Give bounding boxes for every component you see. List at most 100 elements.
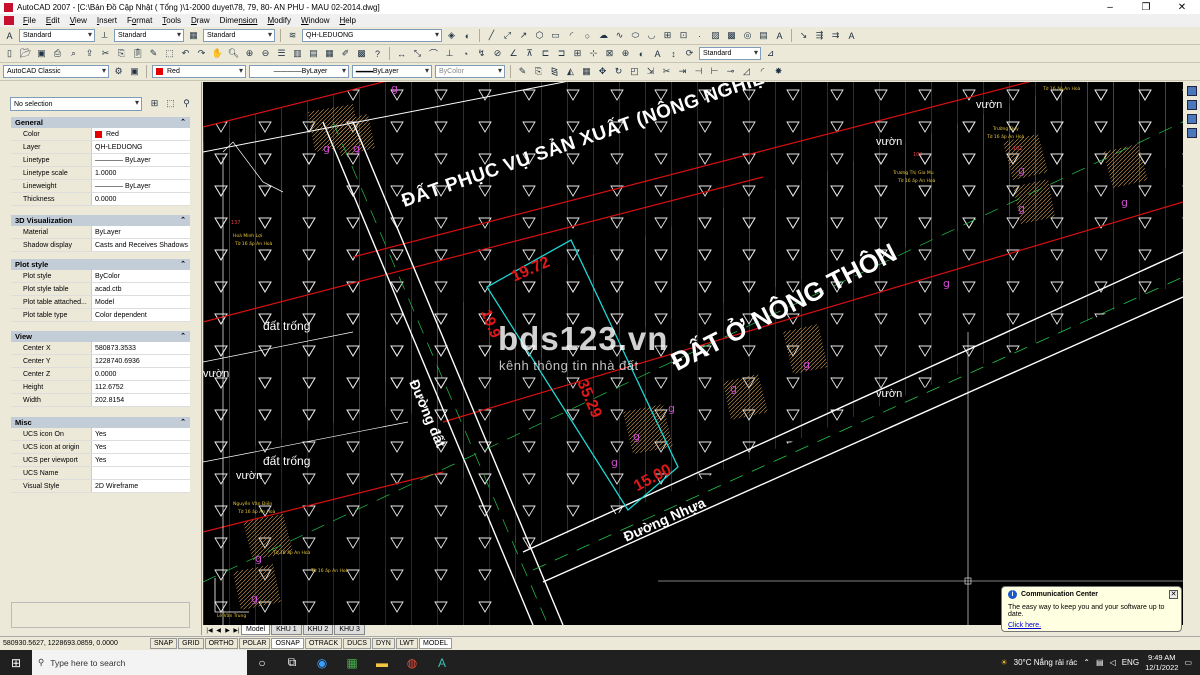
property-row[interactable]: Visual Style 2D Wireframe <box>11 480 190 493</box>
dim-style-combo[interactable]: Standard <box>114 29 184 42</box>
ellipse-arc-icon[interactable]: ◡ <box>645 29 658 42</box>
ducs-toggle[interactable]: DUCS <box>343 638 371 649</box>
menu-insert[interactable]: Insert <box>92 16 122 25</box>
grid-toggle[interactable]: GRID <box>178 638 204 649</box>
sheet-set-icon[interactable]: ▦ <box>323 47 336 60</box>
property-value[interactable]: Red <box>91 128 190 140</box>
dim-update-icon[interactable]: ⟳ <box>683 47 696 60</box>
showmotion-icon[interactable] <box>1187 128 1197 138</box>
spacing-icon[interactable]: ⊞ <box>571 47 584 60</box>
design-center-icon[interactable]: ▥ <box>291 47 304 60</box>
select-objects-icon[interactable]: ⬚ <box>164 97 177 110</box>
break-at-point-icon[interactable]: ⊣ <box>692 65 705 78</box>
property-value[interactable]: 0.0000 <box>91 368 190 380</box>
property-row[interactable]: UCS icon at origin Yes <box>11 441 190 454</box>
diameter-icon[interactable]: ⊘ <box>491 47 504 60</box>
polar-toggle[interactable]: POLAR <box>238 638 271 649</box>
property-value[interactable]: Casts and Receives Shadows <box>91 239 190 251</box>
menu-edit[interactable]: Edit <box>41 16 65 25</box>
osnap-toggle[interactable]: OSNAP <box>271 638 304 649</box>
hatch-icon[interactable]: ▨ <box>709 29 722 42</box>
save-icon[interactable]: ▣ <box>35 47 48 60</box>
center-mark-icon[interactable]: ⊕ <box>619 47 632 60</box>
dim-text-edit-icon[interactable]: ↕ <box>667 47 680 60</box>
baseline-icon[interactable]: ⊏ <box>539 47 552 60</box>
section-header[interactable]: View <box>11 331 190 342</box>
plot-icon[interactable]: ⎙ <box>51 47 64 60</box>
revcloud-icon[interactable]: ☁ <box>597 29 610 42</box>
section-header[interactable]: Plot style <box>11 259 190 270</box>
publish-icon[interactable]: ⇪ <box>83 47 96 60</box>
tolerance-icon[interactable]: ⊠ <box>603 47 616 60</box>
zoom-previous-icon[interactable]: ⊖ <box>259 47 272 60</box>
minimize-button[interactable]: – <box>1092 2 1128 13</box>
cut-icon[interactable]: ✂ <box>99 47 112 60</box>
angular-icon[interactable]: ∠ <box>507 47 520 60</box>
point-icon[interactable]: · <box>693 29 706 42</box>
radius-icon[interactable]: ◔ <box>459 47 472 60</box>
property-row[interactable]: UCS icon On Yes <box>11 428 190 441</box>
move-icon[interactable]: ✥ <box>596 65 609 78</box>
pan-icon[interactable]: ✋ <box>211 47 224 60</box>
break-line-icon[interactable]: ⊢ <box>708 65 721 78</box>
property-value[interactable]: Yes <box>91 428 190 440</box>
property-row[interactable]: Thickness 0.0000 <box>11 193 190 206</box>
property-value[interactable]: Yes <box>91 454 190 466</box>
open-icon[interactable]: 📂︎ <box>19 47 32 60</box>
lineweight-combo[interactable]: ━━━━ ByLayer <box>352 65 432 78</box>
ortho-toggle[interactable]: ORTHO <box>204 638 238 649</box>
section-header[interactable]: General <box>11 117 190 128</box>
multileader-style-combo[interactable]: Standard <box>699 47 761 60</box>
property-value[interactable]: Model <box>91 296 190 308</box>
chrome-icon[interactable]: ◍ <box>397 656 427 670</box>
erase-icon[interactable]: ✎ <box>516 65 529 78</box>
weather-icon[interactable]: ☀ <box>1000 658 1007 667</box>
property-row[interactable]: Linetype scale 1.0000 <box>11 167 190 180</box>
property-value[interactable]: 112.6752 <box>91 381 190 393</box>
ellipse-icon[interactable]: ⬭ <box>629 29 642 42</box>
property-value[interactable]: 1.0000 <box>91 167 190 179</box>
taskbar-search[interactable]: ⚲ Type here to search <box>32 650 247 675</box>
linetype-combo[interactable]: ———— ByLayer <box>249 65 349 78</box>
quick-dim-icon[interactable]: ⊼ <box>523 47 536 60</box>
next-layout-button[interactable]: ▶ <box>223 627 232 634</box>
menu-format[interactable]: Format <box>122 16 157 25</box>
layer-combo[interactable]: QH-LEDUONG <box>302 29 442 42</box>
copy-object-icon[interactable]: ⎘ <box>532 65 545 78</box>
menu-file[interactable]: File <box>18 16 41 25</box>
break-icon[interactable]: ⊹ <box>587 47 600 60</box>
tool-palettes-icon[interactable]: ▤ <box>307 47 320 60</box>
workspace-combo[interactable]: AutoCAD Classic <box>3 65 109 78</box>
property-value[interactable]: ———— ByLayer <box>91 154 190 166</box>
aligned-dim-icon[interactable]: ⤡ <box>411 47 424 60</box>
drawing-canvas[interactable]: ggg ggg ggg ggg gg Trường Quy Tờ 16 ấp An… <box>203 82 1183 625</box>
property-row[interactable]: Center Z 0.0000 <box>11 368 190 381</box>
properties-icon[interactable]: ☰ <box>275 47 288 60</box>
snap-toggle[interactable]: SNAP <box>150 638 178 649</box>
inspect-icon[interactable]: ◐ <box>635 47 648 60</box>
property-value[interactable]: acad.ctb <box>91 283 190 295</box>
lwt-toggle[interactable]: LWT <box>395 638 419 649</box>
gradient-icon[interactable]: ▩ <box>725 29 738 42</box>
redo-icon[interactable]: ↷ <box>195 47 208 60</box>
property-row[interactable]: Plot table attached... Model <box>11 296 190 309</box>
menu-tools[interactable]: Tools <box>157 16 186 25</box>
coordinate-readout[interactable]: 580930.5627, 1228693.0859, 0.0000 <box>0 640 150 647</box>
first-layout-button[interactable]: |◀ <box>205 627 214 634</box>
property-value[interactable]: Yes <box>91 441 190 453</box>
text-style-combo[interactable]: Standard <box>19 29 95 42</box>
property-row[interactable]: Width 202.8154 <box>11 394 190 407</box>
maximize-button[interactable]: ❐ <box>1128 2 1164 13</box>
network-icon[interactable]: ▤ <box>1096 658 1104 667</box>
property-row[interactable]: Color Red <box>11 128 190 141</box>
toggle-pickadd-icon[interactable]: ⊞ <box>148 97 161 110</box>
weather-text[interactable]: 30°C Nắng rải rác <box>1014 658 1078 667</box>
dyn-toggle[interactable]: DYN <box>371 638 395 649</box>
property-row[interactable]: Shadow display Casts and Receives Shadows <box>11 239 190 252</box>
rotate-icon[interactable]: ↻ <box>612 65 625 78</box>
tab-khu-2[interactable]: KHU 2 <box>302 625 334 635</box>
tab-model[interactable]: Model <box>241 625 271 635</box>
menu-window[interactable]: Window <box>296 16 334 25</box>
plot-preview-icon[interactable]: ⌕ <box>67 47 80 60</box>
workspace-settings-icon[interactable]: ⚙ <box>112 65 125 78</box>
